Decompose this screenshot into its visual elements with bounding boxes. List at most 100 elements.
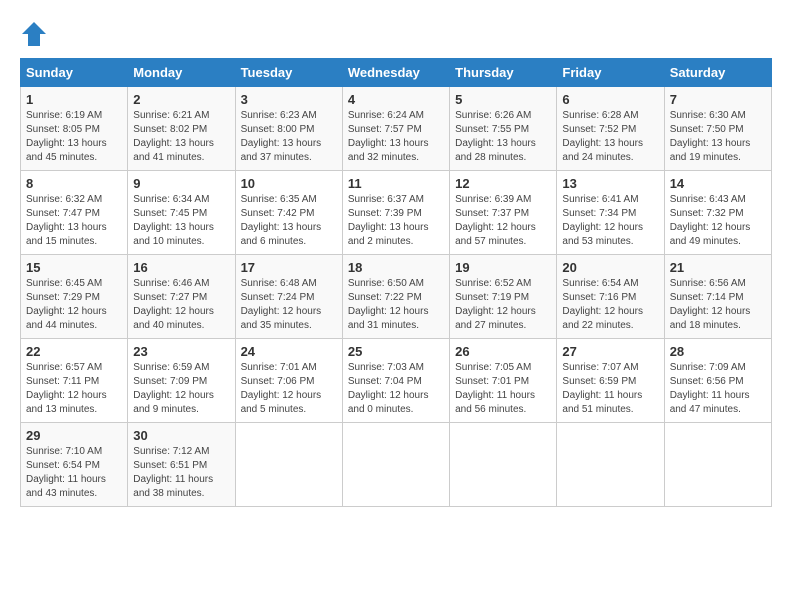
day-info: Sunrise: 6:46 AMSunset: 7:27 PMDaylight:… [133, 278, 214, 331]
day-number: 27 [562, 344, 658, 359]
calendar-cell: 9 Sunrise: 6:34 AMSunset: 7:45 PMDayligh… [128, 171, 235, 255]
day-info: Sunrise: 7:10 AMSunset: 6:54 PMDaylight:… [26, 446, 106, 499]
day-number: 5 [455, 92, 551, 107]
calendar-cell: 17 Sunrise: 6:48 AMSunset: 7:24 PMDaylig… [235, 255, 342, 339]
calendar-cell: 3 Sunrise: 6:23 AMSunset: 8:00 PMDayligh… [235, 87, 342, 171]
day-number: 20 [562, 260, 658, 275]
day-number: 8 [26, 176, 122, 191]
day-number: 21 [670, 260, 766, 275]
calendar-cell: 16 Sunrise: 6:46 AMSunset: 7:27 PMDaylig… [128, 255, 235, 339]
day-info: Sunrise: 6:28 AMSunset: 7:52 PMDaylight:… [562, 110, 643, 163]
calendar-week-2: 8 Sunrise: 6:32 AMSunset: 7:47 PMDayligh… [21, 171, 772, 255]
calendar-cell: 18 Sunrise: 6:50 AMSunset: 7:22 PMDaylig… [342, 255, 449, 339]
day-info: Sunrise: 6:50 AMSunset: 7:22 PMDaylight:… [348, 278, 429, 331]
calendar-cell: 26 Sunrise: 7:05 AMSunset: 7:01 PMDaylig… [450, 339, 557, 423]
day-info: Sunrise: 7:12 AMSunset: 6:51 PMDaylight:… [133, 446, 213, 499]
day-number: 14 [670, 176, 766, 191]
day-info: Sunrise: 6:21 AMSunset: 8:02 PMDaylight:… [133, 110, 214, 163]
calendar-week-5: 29 Sunrise: 7:10 AMSunset: 6:54 PMDaylig… [21, 423, 772, 507]
day-number: 4 [348, 92, 444, 107]
calendar-cell: 10 Sunrise: 6:35 AMSunset: 7:42 PMDaylig… [235, 171, 342, 255]
day-info: Sunrise: 6:52 AMSunset: 7:19 PMDaylight:… [455, 278, 536, 331]
calendar-cell: 29 Sunrise: 7:10 AMSunset: 6:54 PMDaylig… [21, 423, 128, 507]
day-number: 13 [562, 176, 658, 191]
day-number: 3 [241, 92, 337, 107]
day-number: 26 [455, 344, 551, 359]
day-number: 6 [562, 92, 658, 107]
day-info: Sunrise: 7:03 AMSunset: 7:04 PMDaylight:… [348, 362, 429, 415]
day-info: Sunrise: 7:01 AMSunset: 7:06 PMDaylight:… [241, 362, 322, 415]
day-info: Sunrise: 6:45 AMSunset: 7:29 PMDaylight:… [26, 278, 107, 331]
logo-icon [20, 20, 48, 48]
header-cell-monday: Monday [128, 59, 235, 87]
calendar-cell [557, 423, 664, 507]
calendar-cell: 12 Sunrise: 6:39 AMSunset: 7:37 PMDaylig… [450, 171, 557, 255]
header-cell-wednesday: Wednesday [342, 59, 449, 87]
calendar-header-row: SundayMondayTuesdayWednesdayThursdayFrid… [21, 59, 772, 87]
day-info: Sunrise: 6:54 AMSunset: 7:16 PMDaylight:… [562, 278, 643, 331]
day-info: Sunrise: 6:41 AMSunset: 7:34 PMDaylight:… [562, 194, 643, 247]
calendar-cell: 25 Sunrise: 7:03 AMSunset: 7:04 PMDaylig… [342, 339, 449, 423]
calendar-week-3: 15 Sunrise: 6:45 AMSunset: 7:29 PMDaylig… [21, 255, 772, 339]
day-number: 18 [348, 260, 444, 275]
day-number: 2 [133, 92, 229, 107]
calendar-cell: 28 Sunrise: 7:09 AMSunset: 6:56 PMDaylig… [664, 339, 771, 423]
day-info: Sunrise: 7:05 AMSunset: 7:01 PMDaylight:… [455, 362, 535, 415]
calendar-cell: 13 Sunrise: 6:41 AMSunset: 7:34 PMDaylig… [557, 171, 664, 255]
day-info: Sunrise: 6:59 AMSunset: 7:09 PMDaylight:… [133, 362, 214, 415]
day-number: 12 [455, 176, 551, 191]
day-number: 22 [26, 344, 122, 359]
calendar-table: SundayMondayTuesdayWednesdayThursdayFrid… [20, 58, 772, 507]
day-info: Sunrise: 6:30 AMSunset: 7:50 PMDaylight:… [670, 110, 751, 163]
header-cell-sunday: Sunday [21, 59, 128, 87]
calendar-cell [664, 423, 771, 507]
calendar-cell: 21 Sunrise: 6:56 AMSunset: 7:14 PMDaylig… [664, 255, 771, 339]
day-info: Sunrise: 6:26 AMSunset: 7:55 PMDaylight:… [455, 110, 536, 163]
day-number: 11 [348, 176, 444, 191]
day-info: Sunrise: 6:34 AMSunset: 7:45 PMDaylight:… [133, 194, 214, 247]
header-cell-tuesday: Tuesday [235, 59, 342, 87]
day-number: 17 [241, 260, 337, 275]
day-number: 23 [133, 344, 229, 359]
header-cell-saturday: Saturday [664, 59, 771, 87]
day-number: 9 [133, 176, 229, 191]
day-number: 1 [26, 92, 122, 107]
calendar-cell: 19 Sunrise: 6:52 AMSunset: 7:19 PMDaylig… [450, 255, 557, 339]
calendar-cell [235, 423, 342, 507]
day-number: 15 [26, 260, 122, 275]
day-info: Sunrise: 6:57 AMSunset: 7:11 PMDaylight:… [26, 362, 107, 415]
day-info: Sunrise: 6:19 AMSunset: 8:05 PMDaylight:… [26, 110, 107, 163]
header-cell-friday: Friday [557, 59, 664, 87]
day-info: Sunrise: 6:43 AMSunset: 7:32 PMDaylight:… [670, 194, 751, 247]
calendar-cell: 7 Sunrise: 6:30 AMSunset: 7:50 PMDayligh… [664, 87, 771, 171]
day-info: Sunrise: 6:39 AMSunset: 7:37 PMDaylight:… [455, 194, 536, 247]
calendar-cell: 8 Sunrise: 6:32 AMSunset: 7:47 PMDayligh… [21, 171, 128, 255]
calendar-cell: 2 Sunrise: 6:21 AMSunset: 8:02 PMDayligh… [128, 87, 235, 171]
day-info: Sunrise: 6:35 AMSunset: 7:42 PMDaylight:… [241, 194, 322, 247]
header-cell-thursday: Thursday [450, 59, 557, 87]
calendar-cell: 14 Sunrise: 6:43 AMSunset: 7:32 PMDaylig… [664, 171, 771, 255]
calendar-cell: 5 Sunrise: 6:26 AMSunset: 7:55 PMDayligh… [450, 87, 557, 171]
day-number: 24 [241, 344, 337, 359]
calendar-cell: 11 Sunrise: 6:37 AMSunset: 7:39 PMDaylig… [342, 171, 449, 255]
day-info: Sunrise: 6:48 AMSunset: 7:24 PMDaylight:… [241, 278, 322, 331]
calendar-cell: 23 Sunrise: 6:59 AMSunset: 7:09 PMDaylig… [128, 339, 235, 423]
logo [20, 20, 52, 48]
calendar-week-4: 22 Sunrise: 6:57 AMSunset: 7:11 PMDaylig… [21, 339, 772, 423]
calendar-body: 1 Sunrise: 6:19 AMSunset: 8:05 PMDayligh… [21, 87, 772, 507]
calendar-cell: 27 Sunrise: 7:07 AMSunset: 6:59 PMDaylig… [557, 339, 664, 423]
calendar-cell: 22 Sunrise: 6:57 AMSunset: 7:11 PMDaylig… [21, 339, 128, 423]
day-number: 10 [241, 176, 337, 191]
day-info: Sunrise: 6:23 AMSunset: 8:00 PMDaylight:… [241, 110, 322, 163]
calendar-week-1: 1 Sunrise: 6:19 AMSunset: 8:05 PMDayligh… [21, 87, 772, 171]
day-info: Sunrise: 7:09 AMSunset: 6:56 PMDaylight:… [670, 362, 750, 415]
day-number: 28 [670, 344, 766, 359]
calendar-cell: 24 Sunrise: 7:01 AMSunset: 7:06 PMDaylig… [235, 339, 342, 423]
day-info: Sunrise: 6:56 AMSunset: 7:14 PMDaylight:… [670, 278, 751, 331]
calendar-cell: 15 Sunrise: 6:45 AMSunset: 7:29 PMDaylig… [21, 255, 128, 339]
page-header [20, 20, 772, 48]
day-number: 25 [348, 344, 444, 359]
day-number: 29 [26, 428, 122, 443]
calendar-cell: 30 Sunrise: 7:12 AMSunset: 6:51 PMDaylig… [128, 423, 235, 507]
day-number: 19 [455, 260, 551, 275]
